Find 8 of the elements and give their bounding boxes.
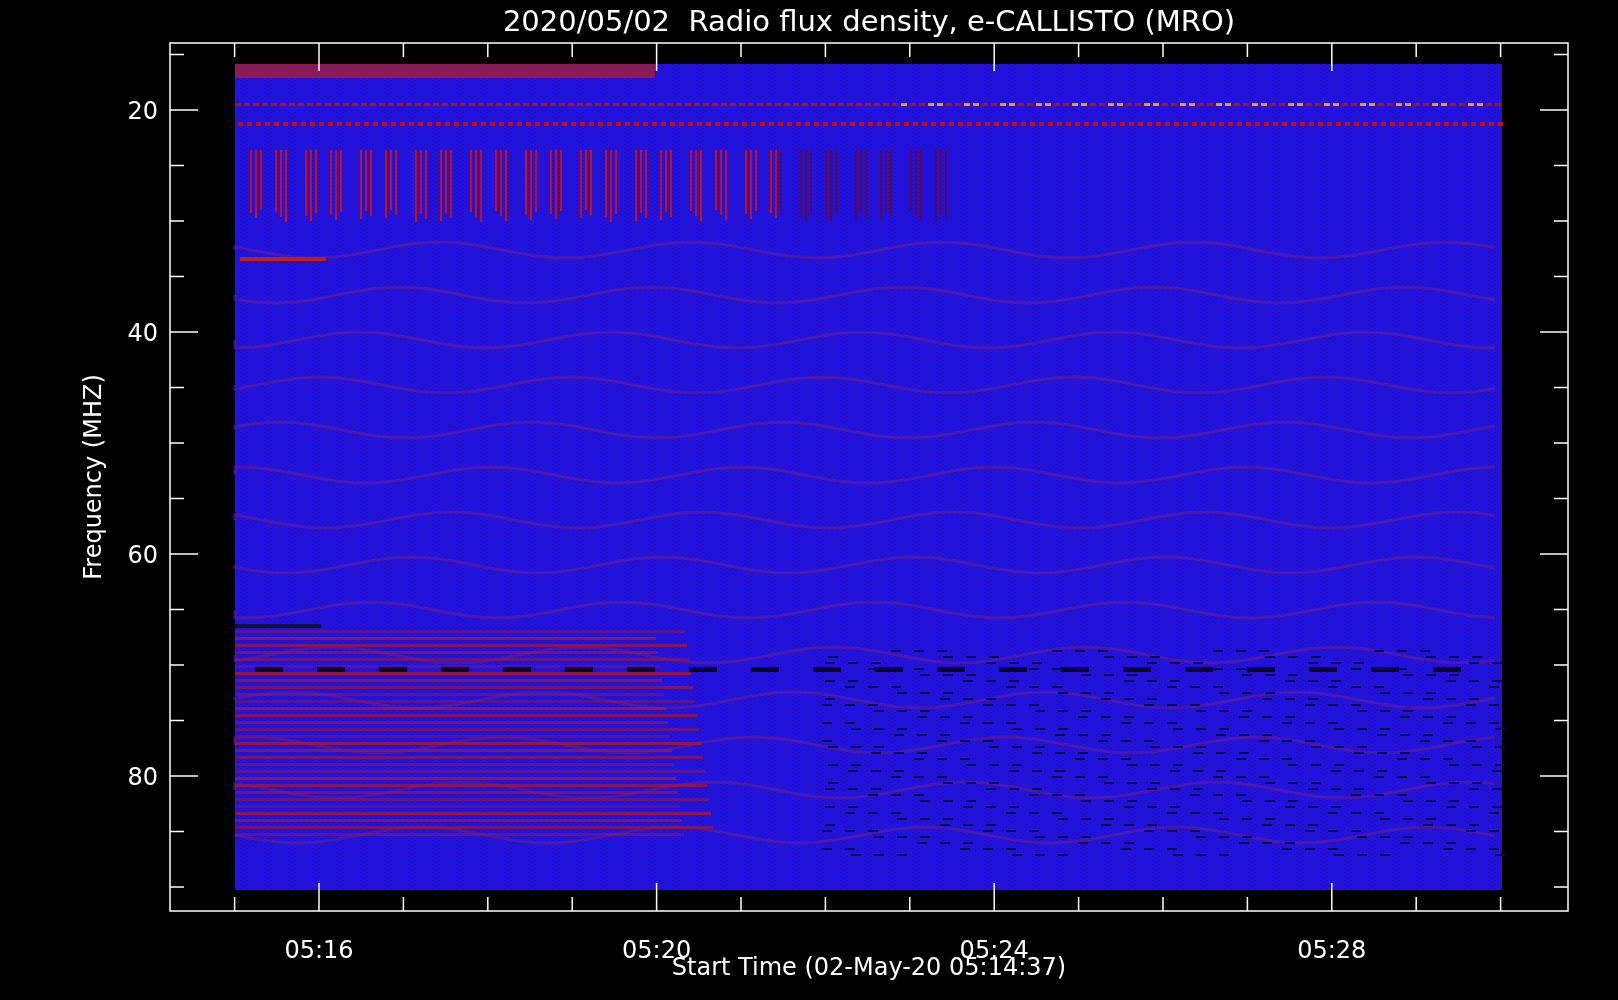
tick-label: 20	[127, 97, 158, 125]
tick-label: 05:28	[1297, 936, 1367, 964]
tick-label: 40	[127, 319, 158, 347]
tick-label: 80	[127, 763, 158, 791]
tick-label: 60	[127, 541, 158, 569]
chart-title: 2020/05/02 Radio flux density, e-CALLISTO (MRO)	[502, 4, 1236, 38]
tick-label: 05:16	[284, 936, 354, 964]
axis-label: Frequency (MHZ)	[79, 374, 107, 580]
